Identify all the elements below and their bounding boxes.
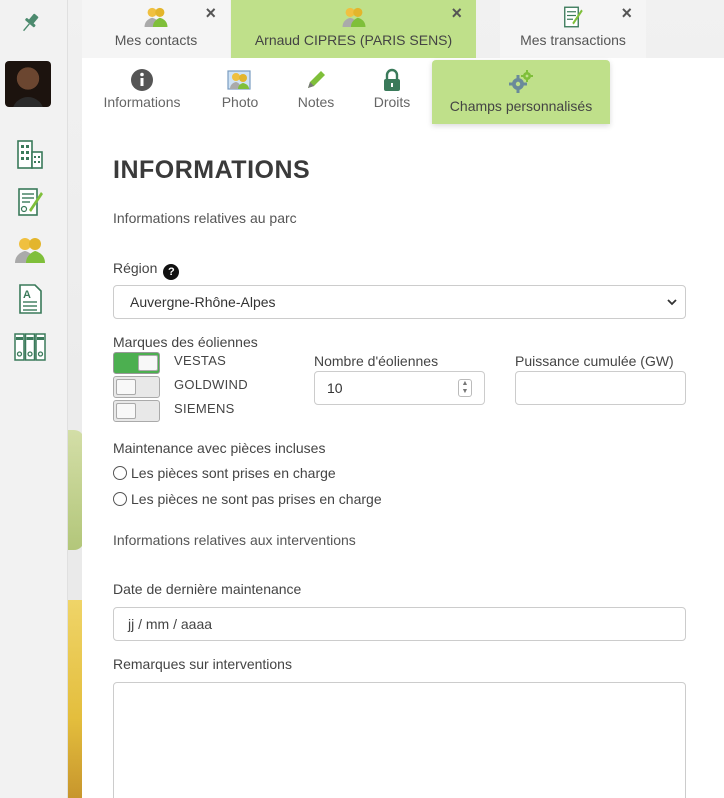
radio-label: Les pièces ne sont pas prises en charge: [131, 491, 382, 507]
pin-icon[interactable]: [10, 3, 50, 43]
photo-people-icon: [227, 68, 253, 95]
number-stepper-icon[interactable]: ▲ ▼: [458, 379, 472, 397]
radio-label: Les pièces sont prises en charge: [131, 465, 336, 481]
maintenance-option-not-included[interactable]: Les pièces ne sont pas prises en charge: [113, 491, 382, 507]
turbine-count-input[interactable]: 10 ▲ ▼: [314, 371, 485, 405]
vestas-label: VESTAS: [174, 353, 227, 368]
main-panel: Informations Photo Notes Droits Champs p…: [82, 58, 724, 798]
remarks-label: Remarques sur interventions: [113, 656, 292, 672]
tab-label: Mes contacts: [114, 32, 198, 48]
section-heading: Informations relatives aux interventions: [113, 532, 356, 548]
turbine-count-label: Nombre d'éoliennes: [314, 353, 439, 369]
svg-text:A: A: [23, 289, 31, 301]
region-select[interactable]: Auvergne-Rhône-Alpes: [113, 285, 686, 319]
tab-champs-personnalises[interactable]: Champs personnalisés: [432, 60, 610, 124]
region-field-label: Région?: [113, 260, 180, 280]
maintenance-option-included[interactable]: Les pièces sont prises en charge: [113, 465, 336, 481]
contacts-icon: [143, 5, 169, 32]
contacts-icon[interactable]: [10, 230, 50, 270]
page-title: INFORMATIONS: [113, 156, 311, 184]
radio-button[interactable]: [113, 466, 127, 480]
close-icon[interactable]: ×: [621, 4, 632, 22]
chevron-down-icon: [665, 295, 679, 312]
close-icon[interactable]: ×: [205, 4, 216, 22]
goldwind-label: GOLDWIND: [174, 377, 248, 392]
date-placeholder: jj / mm / aaaa: [128, 616, 213, 632]
tab-informations[interactable]: Informations: [96, 58, 188, 122]
section-heading: Informations relatives au parc: [113, 210, 297, 226]
subtab-bar: Informations Photo Notes Droits Champs p…: [82, 58, 724, 124]
remarks-textarea[interactable]: [113, 682, 686, 798]
turbine-count-value: 10: [327, 380, 343, 396]
info-icon: [130, 68, 154, 95]
close-icon[interactable]: ×: [451, 4, 462, 22]
help-icon[interactable]: ?: [163, 264, 180, 280]
siemens-label: SIEMENS: [174, 401, 235, 416]
toggle-knob: [116, 403, 136, 419]
maintenance-label: Maintenance avec pièces incluses: [113, 440, 326, 456]
building-icon[interactable]: [10, 134, 50, 174]
goldwind-toggle[interactable]: [113, 376, 160, 398]
radio-button[interactable]: [113, 492, 127, 506]
date-label: Date de dernière maintenance: [113, 581, 302, 597]
document-icon[interactable]: A: [10, 279, 50, 319]
tab-photo[interactable]: Photo: [214, 58, 266, 122]
transaction-doc-icon: [562, 5, 584, 32]
toggle-knob: [116, 379, 136, 395]
brands-toggle-group: VESTAS GOLDWIND SIEMENS: [113, 352, 313, 424]
toggle-knob: [138, 355, 158, 371]
avatar[interactable]: [5, 61, 51, 107]
contract-doc-icon[interactable]: [10, 182, 50, 222]
contacts-icon: [341, 5, 367, 32]
region-label: Région: [113, 260, 158, 276]
date-input[interactable]: jj / mm / aaaa: [113, 607, 686, 641]
sidebar: A: [0, 0, 68, 798]
tab-label: Arnaud CIPRES (PARIS SENS): [254, 32, 453, 48]
pencil-icon: [304, 68, 328, 95]
region-select-value: Auvergne-Rhône-Alpes: [130, 294, 276, 310]
archive-binders-icon[interactable]: [10, 327, 50, 367]
tab-droits[interactable]: Droits: [366, 58, 418, 122]
subtab-label: Notes: [297, 94, 335, 110]
tab-label: Mes transactions: [520, 32, 626, 48]
tab-notes[interactable]: Notes: [290, 58, 342, 122]
vestas-toggle[interactable]: [113, 352, 160, 374]
power-label: Puissance cumulée (GW): [515, 353, 674, 369]
tab-contacts[interactable]: Mes contacts ×: [82, 0, 230, 58]
tab-arnaud-cipres[interactable]: Arnaud CIPRES (PARIS SENS) ×: [231, 0, 476, 58]
subtab-label: Informations: [103, 94, 181, 110]
lock-icon: [381, 68, 403, 95]
subtab-label: Champs personnalisés: [449, 98, 593, 114]
gears-icon: [508, 70, 534, 97]
power-input[interactable]: [515, 371, 686, 405]
tab-bar: Mes contacts × Arnaud CIPRES (PARIS SENS…: [82, 0, 724, 58]
subtab-label: Photo: [221, 94, 259, 110]
brands-label: Marques des éoliennes: [113, 334, 258, 350]
siemens-toggle[interactable]: [113, 400, 160, 422]
tab-transactions[interactable]: Mes transactions ×: [500, 0, 646, 58]
subtab-label: Droits: [373, 94, 411, 110]
